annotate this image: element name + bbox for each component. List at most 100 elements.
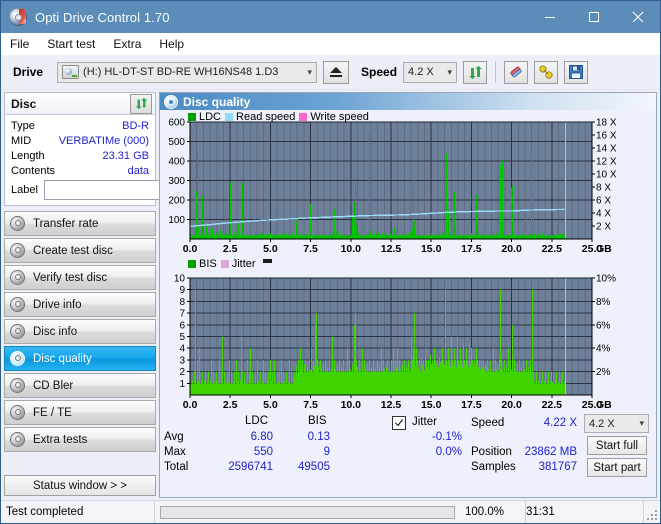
svg-text:12.5: 12.5 <box>381 399 402 411</box>
disc-row-mid: MID VERBATIMe (000) <box>11 133 149 148</box>
minimize-button[interactable] <box>528 1 572 33</box>
charts-area: LDC Read speed Write speed 100 200 300 400 5… <box>160 110 656 497</box>
legend-label-jitter: Jitter <box>231 258 256 270</box>
legend-swatch-bis <box>188 260 196 268</box>
menu-file[interactable]: File <box>10 35 38 53</box>
start-full-button[interactable]: Start full <box>587 436 647 455</box>
refresh-arrows-icon <box>135 97 147 110</box>
eject-button[interactable] <box>323 60 350 84</box>
stats-col-ldc: LDC <box>245 415 269 427</box>
disc-row-value: VERBATIMe (000) <box>58 134 149 147</box>
test-speed-select[interactable]: 4.2 X ▾ <box>584 414 649 433</box>
sidebar-item-label: Transfer rate <box>33 217 99 230</box>
save-button[interactable] <box>564 60 589 84</box>
status-message: Test completed <box>1 501 155 523</box>
svg-text:100: 100 <box>168 215 185 226</box>
svg-text:22.5: 22.5 <box>542 399 563 411</box>
jitter-label: Jitter <box>412 416 437 428</box>
svg-text:6%: 6% <box>596 320 611 331</box>
disc-info-panel: Disc Type BD-R MID VERBATIMe (000) Lengt… <box>4 92 253 206</box>
svg-text:18 X: 18 X <box>596 118 617 129</box>
svg-text:2.5: 2.5 <box>223 243 238 255</box>
sidebar-item-disc-info[interactable]: Disc info <box>4 319 156 344</box>
chevron-down-icon: ▾ <box>307 66 313 77</box>
stats-jitter-max: 0.0% <box>435 446 462 458</box>
status-bar: Test completed 100.0% 31:31 <box>1 500 660 523</box>
progress-track <box>160 505 455 519</box>
legend-label-ldc: LDC <box>199 111 222 123</box>
disc-row-type: Type BD-R <box>11 118 149 133</box>
svg-text:20.0: 20.0 <box>501 243 522 255</box>
floppy-save-icon <box>569 65 584 79</box>
menu-start-test[interactable]: Start test <box>47 35 104 53</box>
legend-item-read-speed: Read speed <box>225 111 295 123</box>
sidebar-nav: Transfer rate Create test disc Verify te… <box>4 211 159 452</box>
svg-text:12.5: 12.5 <box>381 243 402 255</box>
drive-label: Drive <box>13 65 44 79</box>
erase-button[interactable] <box>504 60 529 84</box>
sidebar-item-drive-info[interactable]: Drive info <box>4 292 156 317</box>
svg-text:16 X: 16 X <box>596 131 617 142</box>
sidebar-item-label: CD Bler <box>33 379 74 392</box>
svg-text:5: 5 <box>179 332 185 343</box>
bis-chart: BIS Jitter 1 2 3 4 5 6 7 8 9 10 2% 4% 6% 8% 10% 0.0 2.5 5… <box>160 258 656 413</box>
disc-transfer-icon <box>10 216 26 232</box>
sidebar-item-create-test-disc[interactable]: Create test disc <box>4 238 156 263</box>
chevron-down-icon: ▾ <box>639 418 644 428</box>
stats-max-ldc: 550 <box>253 446 273 458</box>
sidebar: Disc Type BD-R MID VERBATIMe (000) Lengt… <box>1 90 253 500</box>
svg-text:17.5: 17.5 <box>461 243 482 255</box>
menu-help[interactable]: Help <box>159 35 193 53</box>
svg-text:500: 500 <box>168 137 185 148</box>
progress-bar <box>155 501 460 523</box>
svg-text:12 X: 12 X <box>596 157 617 168</box>
maximize-button[interactable] <box>572 1 616 33</box>
sidebar-item-label: Disc quality <box>33 352 92 365</box>
sidebar-item-cd-bler[interactable]: CD Bler <box>4 373 156 398</box>
disc-refresh-button[interactable] <box>130 93 152 114</box>
window-title: Opti Drive Control 1.70 <box>35 9 170 25</box>
jitter-checkbox[interactable] <box>392 416 406 430</box>
disc-row-key: Length <box>11 149 45 162</box>
disc-label-key: Label <box>11 184 38 196</box>
tools-button[interactable] <box>534 60 559 84</box>
status-window-button[interactable]: Status window > > <box>4 475 156 496</box>
legend-label-write-speed: Write speed <box>310 111 369 123</box>
resize-grip-icon[interactable] <box>644 501 660 523</box>
menu-extra[interactable]: Extra <box>113 35 150 53</box>
drive-icon <box>62 65 80 79</box>
main-panel-header: Disc quality <box>160 93 656 110</box>
svg-text:2%: 2% <box>596 367 611 378</box>
svg-text:10.0: 10.0 <box>341 399 362 411</box>
speed-select[interactable]: 4.2 X ▾ <box>403 61 458 83</box>
stats-max-bis: 9 <box>323 446 330 458</box>
bis-chart-svg: 12345678910 2% 4% 6% 8% 10% 0.0 2.5 5.0 7.5 10.0 12… <box>174 274 616 412</box>
sidebar-item-disc-quality[interactable]: Disc quality <box>4 346 156 371</box>
drive-select[interactable]: (H:) HL-DT-ST BD-RE WH16NS48 1.D3 ▾ <box>57 61 318 83</box>
sidebar-item-fe-te[interactable]: FE / TE <box>4 400 156 425</box>
svg-text:10 X: 10 X <box>596 170 617 181</box>
svg-text:600: 600 <box>168 118 185 129</box>
close-button[interactable] <box>616 1 660 33</box>
tools-icon <box>539 65 553 79</box>
sidebar-item-extra-tests[interactable]: Extra tests <box>4 427 156 452</box>
toolbar-separator <box>495 61 497 83</box>
disc-info-icon <box>10 324 26 340</box>
eject-icon <box>330 67 343 77</box>
disc-panel-title: Disc <box>11 96 37 111</box>
disc-row-key: Contents <box>11 164 56 177</box>
stats-speed-label: Speed <box>471 417 505 429</box>
sidebar-item-transfer-rate[interactable]: Transfer rate <box>4 211 156 236</box>
start-part-button[interactable]: Start part <box>587 458 647 477</box>
chevron-down-icon: ▾ <box>447 66 453 77</box>
elapsed-time: 31:31 <box>526 501 644 523</box>
refresh-button[interactable] <box>463 60 488 84</box>
svg-text:8%: 8% <box>596 297 611 308</box>
stats-row-max: Max <box>164 446 186 458</box>
sidebar-item-verify-test-disc[interactable]: Verify test disc <box>4 265 156 290</box>
disc-row-key: MID <box>11 134 32 147</box>
disc-bler-icon <box>10 378 26 394</box>
stats-panel: LDC BIS Avg Max Total 6.80 550 2596741 0… <box>160 413 656 479</box>
window-controls <box>528 1 660 33</box>
